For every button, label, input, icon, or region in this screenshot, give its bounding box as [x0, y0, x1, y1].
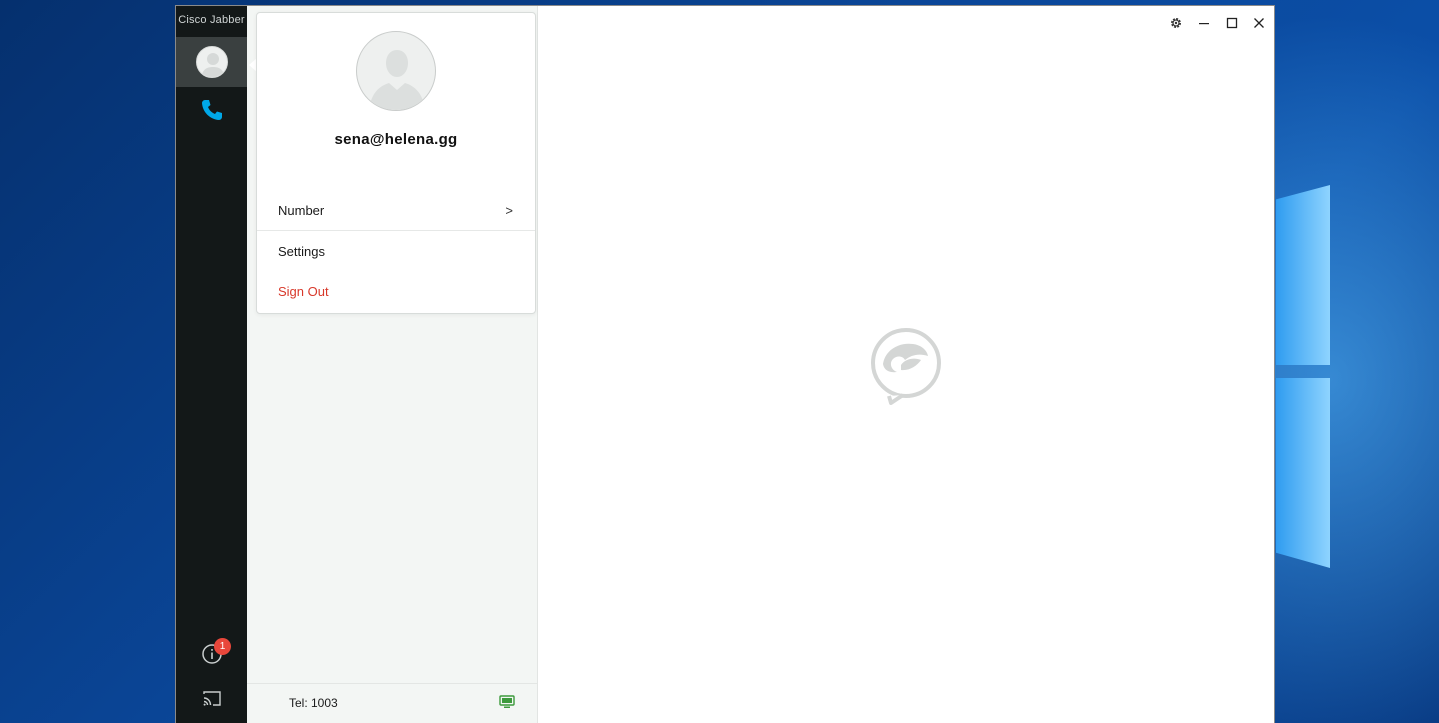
chevron-right-icon: >: [505, 203, 513, 218]
nav-rail: Cisco Jabber 1: [176, 6, 247, 723]
menu-item-label: Number: [278, 203, 325, 218]
maximize-icon[interactable]: [1223, 14, 1241, 32]
menu-item-number[interactable]: Number >: [257, 191, 535, 231]
gear-icon[interactable]: [1167, 14, 1185, 32]
avatar: [195, 46, 228, 78]
menu-item-sign-out[interactable]: Sign Out: [257, 272, 535, 312]
person-silhouette-icon: [369, 50, 425, 110]
status-footer: Tel: 1003: [247, 683, 537, 723]
menu-item-label: Settings: [278, 244, 325, 259]
windows-logo: [1276, 170, 1336, 580]
menu-item-settings[interactable]: Settings: [257, 232, 535, 272]
person-silhouette-icon: [200, 53, 225, 77]
app-title: Cisco Jabber: [178, 14, 245, 26]
phone-icon[interactable]: [200, 98, 224, 122]
close-icon[interactable]: [1250, 14, 1268, 32]
main-content: [538, 6, 1274, 723]
minimize-icon[interactable]: [1195, 14, 1213, 32]
tel-number: Tel: 1003: [289, 696, 338, 710]
profile-avatar-button[interactable]: [176, 37, 247, 87]
profile-avatar: [356, 31, 436, 111]
notification-badge: 1: [214, 638, 231, 655]
jabber-logo-icon: [869, 326, 943, 406]
user-email: sena@helena.gg: [334, 131, 458, 148]
jabber-window: Cisco Jabber 1 Tel: 1003 sena@helena.gg …: [175, 5, 1275, 723]
monitor-icon[interactable]: [499, 695, 515, 709]
menu-item-label: Sign Out: [278, 284, 329, 299]
profile-menu: sena@helena.gg Number > Settings Sign Ou…: [256, 12, 536, 314]
cast-icon[interactable]: [201, 689, 223, 709]
